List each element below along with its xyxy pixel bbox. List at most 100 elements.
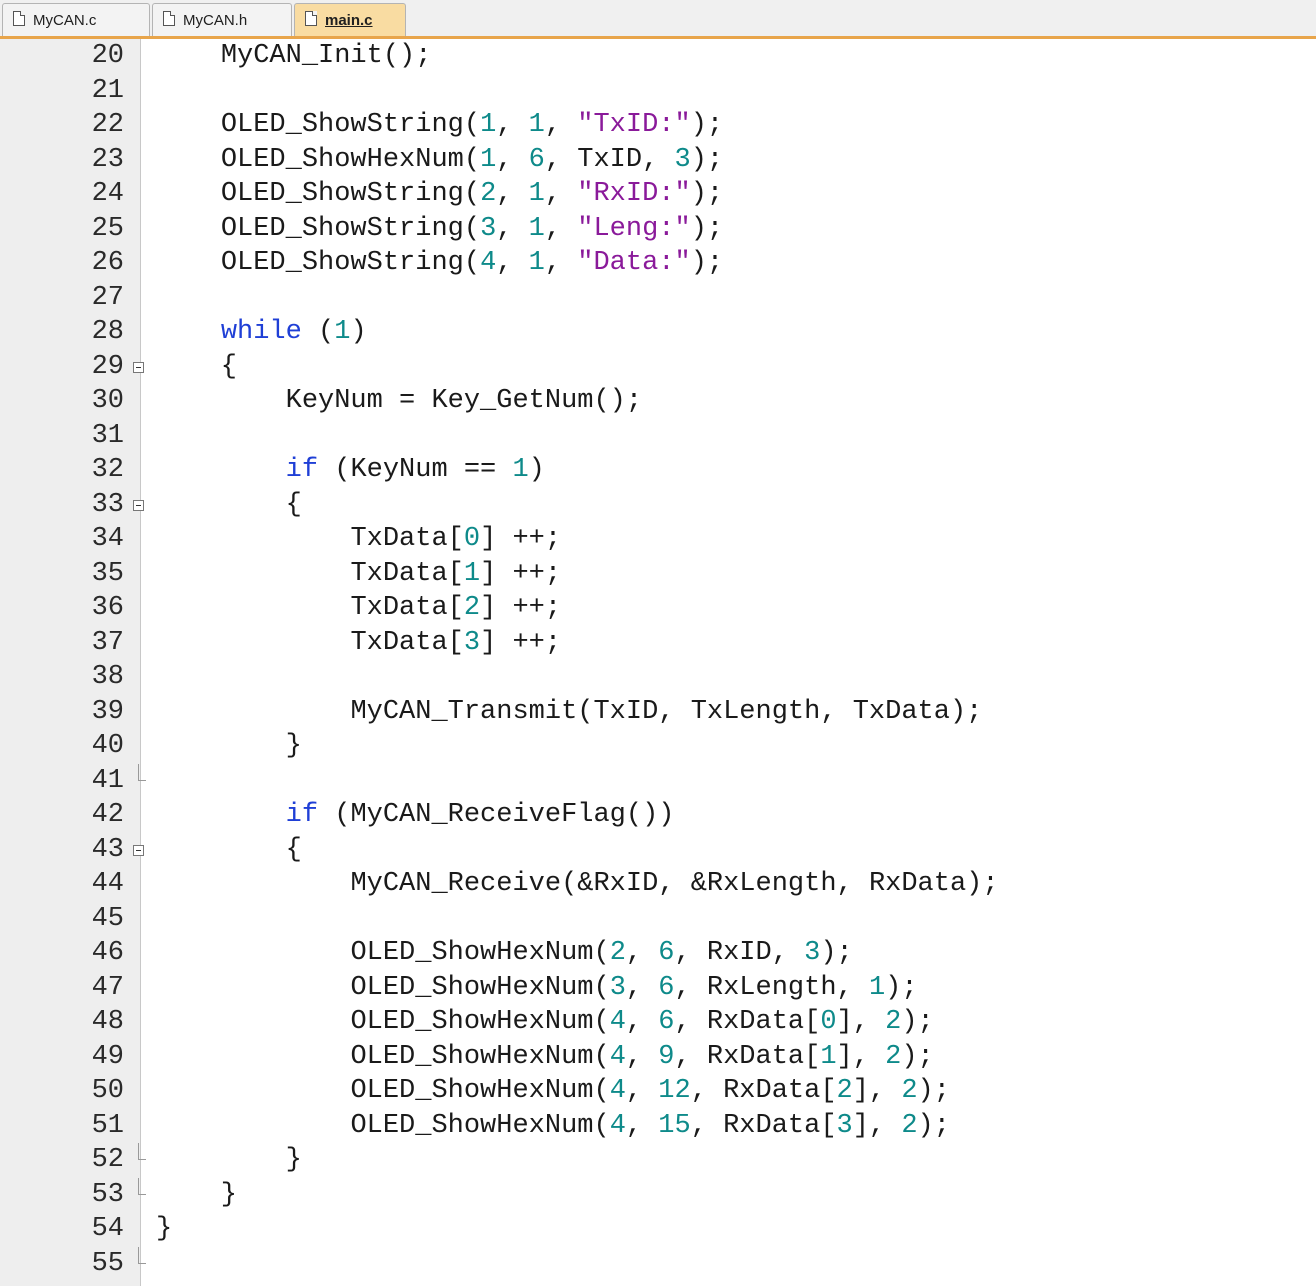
tab-main-c[interactable]: main.c [294,3,406,36]
code-text: if (MyCAN_ReceiveFlag()) [156,798,675,833]
identifier: MyCAN_Init [220,41,383,71]
code-punctuation: , [674,972,707,1003]
code-punctuation: [ [820,1110,837,1141]
code-line[interactable]: 48 OLED_ShowHexNum(4, 6, RxData[0], 2); [0,1005,1316,1040]
code-line[interactable]: 41 [0,763,1316,799]
identifier: RxData [706,1007,805,1037]
tab-label: MyCAN.h [183,11,248,29]
code-punctuation: { [156,489,302,520]
code-line[interactable]: 51 OLED_ShowHexNum(4, 15, RxData[3], 2); [0,1109,1316,1144]
code-line[interactable]: 22 OLED_ShowString(1, 1, "TxID:"); [0,108,1316,143]
code-text: while (1) [156,315,367,350]
code-punctuation: { [156,834,302,865]
code-line[interactable]: 54} [0,1212,1316,1247]
code-punctuation [156,800,286,830]
code-punctuation: [ [447,558,464,589]
fold-minus-icon[interactable] [133,499,144,511]
code-line[interactable]: 49 OLED_ShowHexNum(4, 9, RxData[1], 2); [0,1040,1316,1075]
identifier: RxID [706,938,772,968]
number-literal: 3 [463,627,481,658]
string-literal: "TxID:" [577,110,691,140]
code-punctuation: [ [447,593,464,623]
code-line[interactable]: 40 } [0,729,1316,764]
code-punctuation [156,41,221,71]
identifier: OLED_ShowString [220,179,464,209]
identifier: OLED_ShowHexNum [350,1076,594,1106]
line-number: 22 [91,110,124,140]
line-number: 39 [91,696,124,727]
code-line[interactable]: 43 { [0,833,1316,868]
code-punctuation: , [674,1041,707,1072]
code-line[interactable]: 36 TxData[2] ++; [0,591,1316,626]
line-number: 34 [91,524,124,554]
tab-mycan-c[interactable]: MyCAN.c [2,3,150,36]
code-punctuation: , [544,213,578,244]
code-punctuation: , [496,179,529,209]
line-number: 37 [91,627,124,658]
line-number: 32 [91,455,124,485]
code-line[interactable]: 23 OLED_ShowHexNum(1, 6, TxID, 3); [0,143,1316,178]
code-text: TxData[3] ++; [156,626,561,661]
identifier: KeyNum [285,386,383,416]
code-line[interactable]: 45 [0,902,1316,937]
code-line[interactable]: 47 OLED_ShowHexNum(3, 6, RxLength, 1); [0,971,1316,1006]
code-line[interactable]: 53 } [0,1177,1316,1213]
code-punctuation: , [836,869,869,899]
code-line[interactable]: 39 MyCAN_Transmit(TxID, TxLength, TxData… [0,695,1316,730]
line-number: 25 [91,213,124,244]
code-line[interactable]: 35 TxData[1] ++; [0,557,1316,592]
identifier: OLED_ShowString [220,248,464,278]
code-punctuation: ); [820,938,853,968]
identifier: TxData [350,593,448,623]
code-line[interactable]: 55 [0,1246,1316,1282]
number-literal: 1 [480,144,497,175]
code-punctuation: , [496,248,529,278]
code-punctuation: } [156,1145,302,1175]
number-literal: 1 [528,110,545,140]
code-line[interactable]: 21 [0,74,1316,109]
fold-end-marker [138,1177,146,1195]
code-punctuation: , [625,972,659,1003]
code-line[interactable]: 24 OLED_ShowString(2, 1, "RxID:"); [0,177,1316,212]
code-line[interactable]: 46 OLED_ShowHexNum(2, 6, RxID, 3); [0,936,1316,971]
code-punctuation: , [674,1007,707,1037]
string-literal: "Leng:" [577,213,691,244]
code-line[interactable]: 29 { [0,350,1316,385]
line-number: 30 [91,386,124,416]
code-line[interactable]: 38 [0,660,1316,695]
code-punctuation: } [156,1179,238,1210]
code-editor[interactable]: 20 MyCAN_Init(); 21 22 OLED_ShowString(1, … [0,39,1316,1286]
fold-minus-icon[interactable] [133,361,144,373]
code-line[interactable]: 32 if (KeyNum == 1) [0,453,1316,488]
code-line[interactable]: 44 MyCAN_Receive(&RxID, &RxLength, RxDat… [0,867,1316,902]
code-punctuation: ); [885,972,918,1003]
code-line[interactable]: 37 TxData[3] ++; [0,626,1316,661]
code-line[interactable]: 31 [0,419,1316,454]
identifier: TxID [577,144,643,175]
code-line[interactable]: 25 OLED_ShowString(3, 1, "Leng:"); [0,212,1316,247]
code-line[interactable]: 20 MyCAN_Init(); [0,39,1316,74]
code-punctuation [156,179,221,209]
tab-mycan-h[interactable]: MyCAN.h [152,3,292,36]
line-number: 46 [91,938,124,968]
code-line[interactable]: 42 if (MyCAN_ReceiveFlag()) [0,798,1316,833]
number-literal: 4 [480,248,497,278]
code-punctuation: , [625,938,659,968]
code-line[interactable]: 33 { [0,488,1316,523]
code-punctuation [156,1042,350,1072]
identifier: OLED_ShowString [220,213,464,244]
code-line[interactable]: 27 [0,281,1316,316]
code-text: OLED_ShowHexNum(4, 15, RxData[3], 2); [156,1109,950,1144]
code-line[interactable]: 30 KeyNum = Key_GetNum(); [0,384,1316,419]
code-punctuation: == [447,455,513,485]
fold-minus-icon[interactable] [133,844,144,856]
identifier: MyCAN_Transmit [350,696,578,727]
code-line[interactable]: 50 OLED_ShowHexNum(4, 12, RxData[2], 2); [0,1074,1316,1109]
code-line[interactable]: 52 } [0,1143,1316,1178]
fold-end-marker [138,1143,146,1160]
identifier: RxID [593,869,659,899]
code-punctuation: ( [593,972,610,1003]
code-line[interactable]: 34 TxData[0] ++; [0,522,1316,557]
code-line[interactable]: 26 OLED_ShowString(4, 1, "Data:"); [0,246,1316,281]
code-line[interactable]: 28 while (1) [0,315,1316,350]
